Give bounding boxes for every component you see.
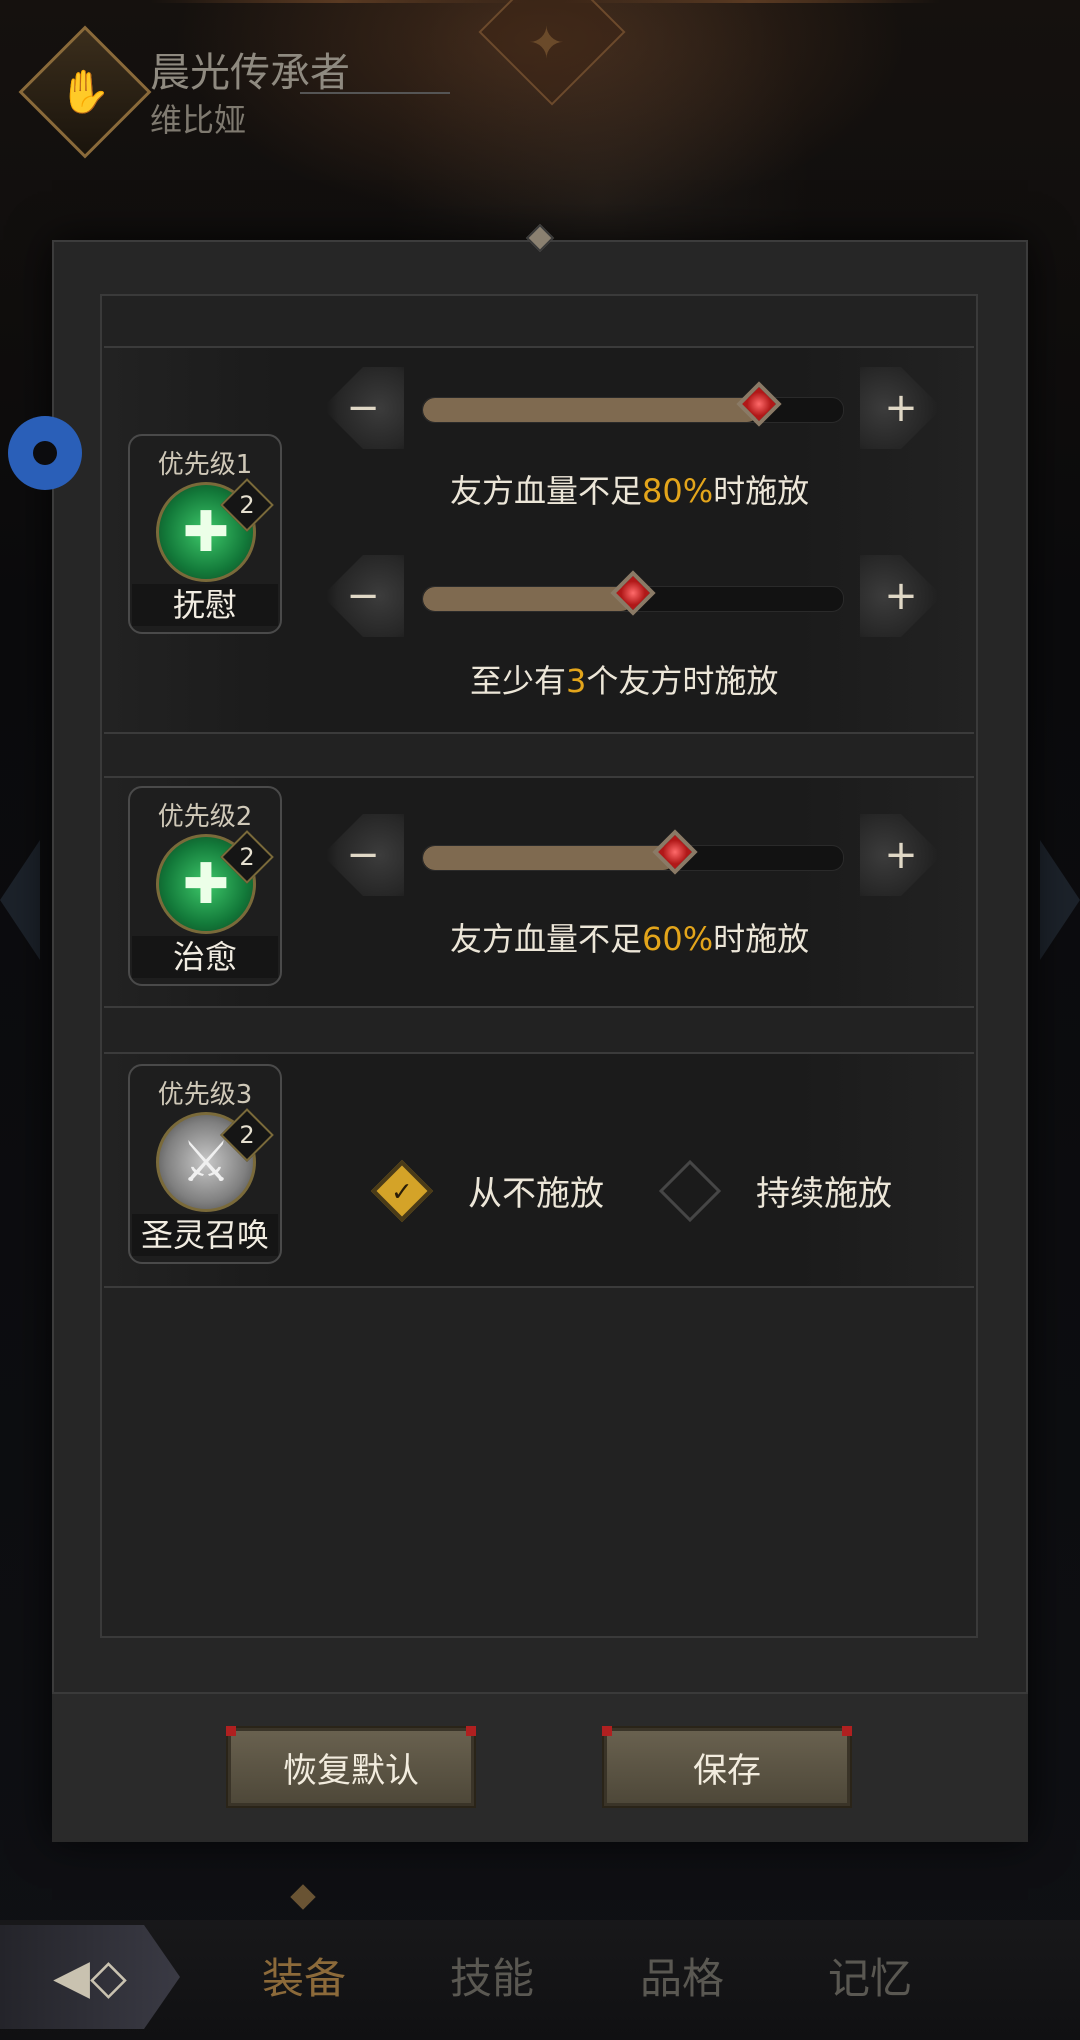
priority-label: 优先级3 <box>157 1080 253 1110</box>
skill-level: 2 <box>239 843 255 871</box>
condition-value: 80% <box>642 472 714 510</box>
skill-card-1[interactable]: 优先级1 ✚ 2 抚慰 <box>128 434 282 634</box>
skill-level: 2 <box>239 491 255 519</box>
condition-suffix: 时施放 <box>713 472 810 510</box>
reset-default-button[interactable]: 恢复默认 <box>226 1726 476 1808</box>
ally-count-slider[interactable] <box>422 570 844 616</box>
floating-assist-button[interactable] <box>8 416 82 490</box>
unchecked-diamond-icon <box>658 1159 722 1222</box>
priority-label: 优先级2 <box>157 802 253 832</box>
condition-prefix: 友方血量不足 <box>450 920 643 958</box>
condition-suffix: 个友方时施放 <box>586 662 779 700</box>
tab-memory[interactable]: 记忆 <box>828 1945 912 2006</box>
save-button[interactable]: 保存 <box>602 1726 852 1808</box>
condition-text: 至少有3个友方时施放 <box>470 656 778 702</box>
crest-wing-left <box>150 0 530 3</box>
option-label: 从不施放 <box>468 1174 604 1214</box>
hp-threshold-slider[interactable] <box>422 381 844 427</box>
skill-name: 圣灵召唤 <box>132 1214 278 1256</box>
crest-wing-right <box>560 0 940 3</box>
skill-card-3[interactable]: 优先级3 ⚔ 2 圣灵召唤 <box>128 1064 282 1264</box>
option-label: 持续施放 <box>756 1174 892 1214</box>
tab-equipment[interactable]: 装备 <box>262 1945 346 2006</box>
option-never-cast[interactable]: ✓ 从不施放 <box>370 1159 604 1222</box>
condition-text: 友方血量不足60%时施放 <box>450 914 809 960</box>
condition-prefix: 至少有 <box>470 662 567 700</box>
option-always-cast[interactable]: 持续施放 <box>658 1159 892 1222</box>
skill-name: 抚慰 <box>132 584 278 626</box>
star-icon: ✦ <box>528 18 565 69</box>
hp-threshold-slider[interactable] <box>422 829 844 875</box>
hero-name: 维比娅 <box>150 101 247 139</box>
skill-card-2[interactable]: 优先级2 ✚ 2 治愈 <box>128 786 282 986</box>
hand-icon: ✋ <box>58 67 112 116</box>
tab-skills[interactable]: 技能 <box>450 1945 534 2006</box>
back-icon[interactable]: ◀◇ <box>0 1925 180 2029</box>
skill-level: 2 <box>239 1121 255 1149</box>
condition-value: 60% <box>642 920 714 958</box>
divider <box>300 92 450 94</box>
condition-text: 友方血量不足80%时施放 <box>450 466 809 512</box>
prev-hero-arrow-icon[interactable] <box>0 840 40 960</box>
checked-diamond-icon: ✓ <box>370 1159 434 1222</box>
condition-value: 3 <box>566 662 587 700</box>
slider-fill <box>423 398 759 422</box>
hero-title: 晨光传承者 <box>150 50 350 96</box>
next-hero-arrow-icon[interactable] <box>1040 840 1080 960</box>
condition-suffix: 时施放 <box>713 920 810 958</box>
tab-character[interactable]: 品格 <box>640 1945 724 2006</box>
slider-fill <box>423 846 675 870</box>
condition-prefix: 友方血量不足 <box>450 472 643 510</box>
slider-fill <box>423 587 633 611</box>
priority-label: 优先级1 <box>157 450 253 480</box>
dialog-footer <box>52 1692 1028 1842</box>
skill-name: 治愈 <box>132 936 278 978</box>
